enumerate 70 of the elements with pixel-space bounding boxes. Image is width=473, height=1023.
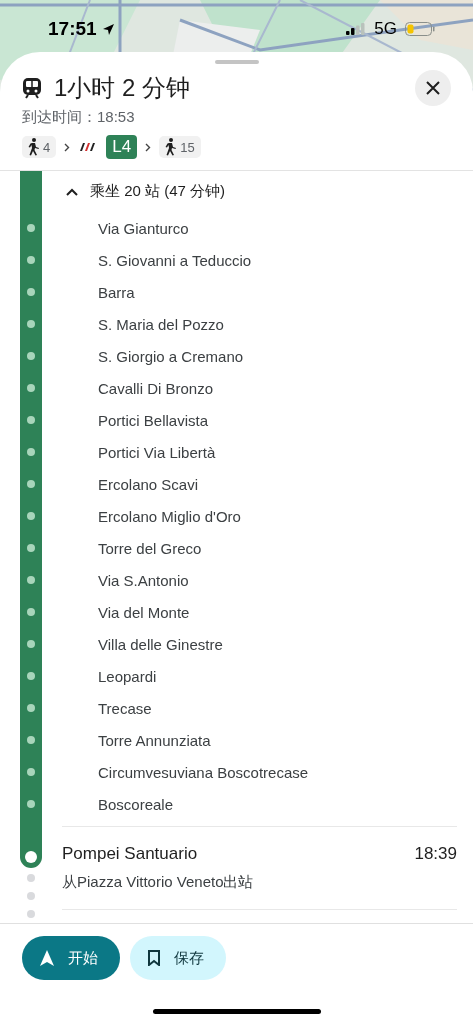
stop-name: Via del Monte <box>97 602 191 623</box>
stop-name: Circumvesuviana Boscotrecase <box>97 762 310 783</box>
stop-dot <box>27 544 35 552</box>
close-button[interactable] <box>415 70 451 106</box>
stop-name: Portici Via Libertà <box>97 442 217 463</box>
stop-dot <box>27 224 35 232</box>
chevron-right-icon <box>145 142 152 152</box>
arrival-time: 到达时间：18:53 <box>21 107 136 127</box>
walk-dot <box>27 910 35 918</box>
stop-name: Trecase <box>97 698 153 719</box>
stop-name: Barra <box>97 282 136 303</box>
stop-name: Torre Annunziata <box>97 730 212 751</box>
stop-dot <box>27 320 35 328</box>
destination-time: 18:39 <box>414 844 457 864</box>
stop-name: Ercolano Miglio d'Oro <box>97 506 242 527</box>
walk-dot <box>27 892 35 900</box>
battery-icon <box>405 22 435 36</box>
bookmark-icon <box>148 950 160 966</box>
stop-name: Via S.Antonio <box>97 570 190 591</box>
stop-dot <box>27 800 35 808</box>
destination-marker <box>25 851 37 863</box>
ride-summary: 乘坐 20 站 (47 分钟) <box>90 182 226 201</box>
stop-dot <box>27 448 35 456</box>
stop-name: Villa delle Ginestre <box>97 634 224 655</box>
stop-dot <box>27 672 35 680</box>
stop-name: Torre del Greco <box>97 538 203 559</box>
close-icon <box>426 81 440 95</box>
stop-dot <box>27 736 35 744</box>
stop-name: Boscoreale <box>97 794 175 815</box>
stop-dot <box>27 416 35 424</box>
stop-dot <box>27 576 35 584</box>
train-icon <box>22 77 42 99</box>
destination-name: Pompei Santuario <box>62 844 198 864</box>
stop-name: Leopardi <box>97 666 158 687</box>
exit-instruction: 从Piazza Vittorio Veneto出站 <box>62 873 255 892</box>
walking-person-icon <box>26 138 40 156</box>
collapse-button[interactable] <box>66 187 78 196</box>
stop-name: Via Gianturco <box>97 218 190 239</box>
chevron-icon <box>66 187 78 196</box>
stop-dot <box>27 384 35 392</box>
navigation-arrow-icon <box>40 950 54 966</box>
stop-dot <box>27 480 35 488</box>
walking-person-icon <box>163 138 178 156</box>
walk-minutes: 4 <box>43 139 51 155</box>
status-time: 17:51 <box>48 18 97 40</box>
stop-dot <box>27 512 35 520</box>
stop-dot <box>27 352 35 360</box>
save-button[interactable]: 保存 <box>130 936 226 980</box>
start-button[interactable]: 开始 <box>22 936 120 980</box>
network-type: 5G <box>374 19 397 39</box>
stop-name: Portici Bellavista <box>97 410 210 431</box>
stop-name: S. Giovanni a Teduccio <box>97 250 253 271</box>
chevron-right-icon <box>64 142 71 152</box>
stop-name: S. Giorgio a Cremano <box>97 346 245 367</box>
stop-name: Cavalli Di Bronzo <box>97 378 215 399</box>
stop-dot <box>27 288 35 296</box>
stop-name: Ercolano Scavi <box>97 474 200 495</box>
stop-dot <box>27 256 35 264</box>
line-badge: L4 <box>106 135 138 159</box>
stop-name: S. Maria del Pozzo <box>97 314 225 335</box>
stop-dot <box>27 768 35 776</box>
stop-dot <box>27 704 35 712</box>
location-arrow-icon <box>101 22 115 36</box>
stop-dot <box>27 608 35 616</box>
trip-duration: 1小时 2 分钟 <box>54 73 191 103</box>
walk-dot <box>27 874 35 882</box>
walk-minutes: 15 <box>180 139 195 155</box>
stop-dot <box>27 640 35 648</box>
signal-icon <box>346 23 367 35</box>
drag-handle[interactable] <box>214 60 259 64</box>
